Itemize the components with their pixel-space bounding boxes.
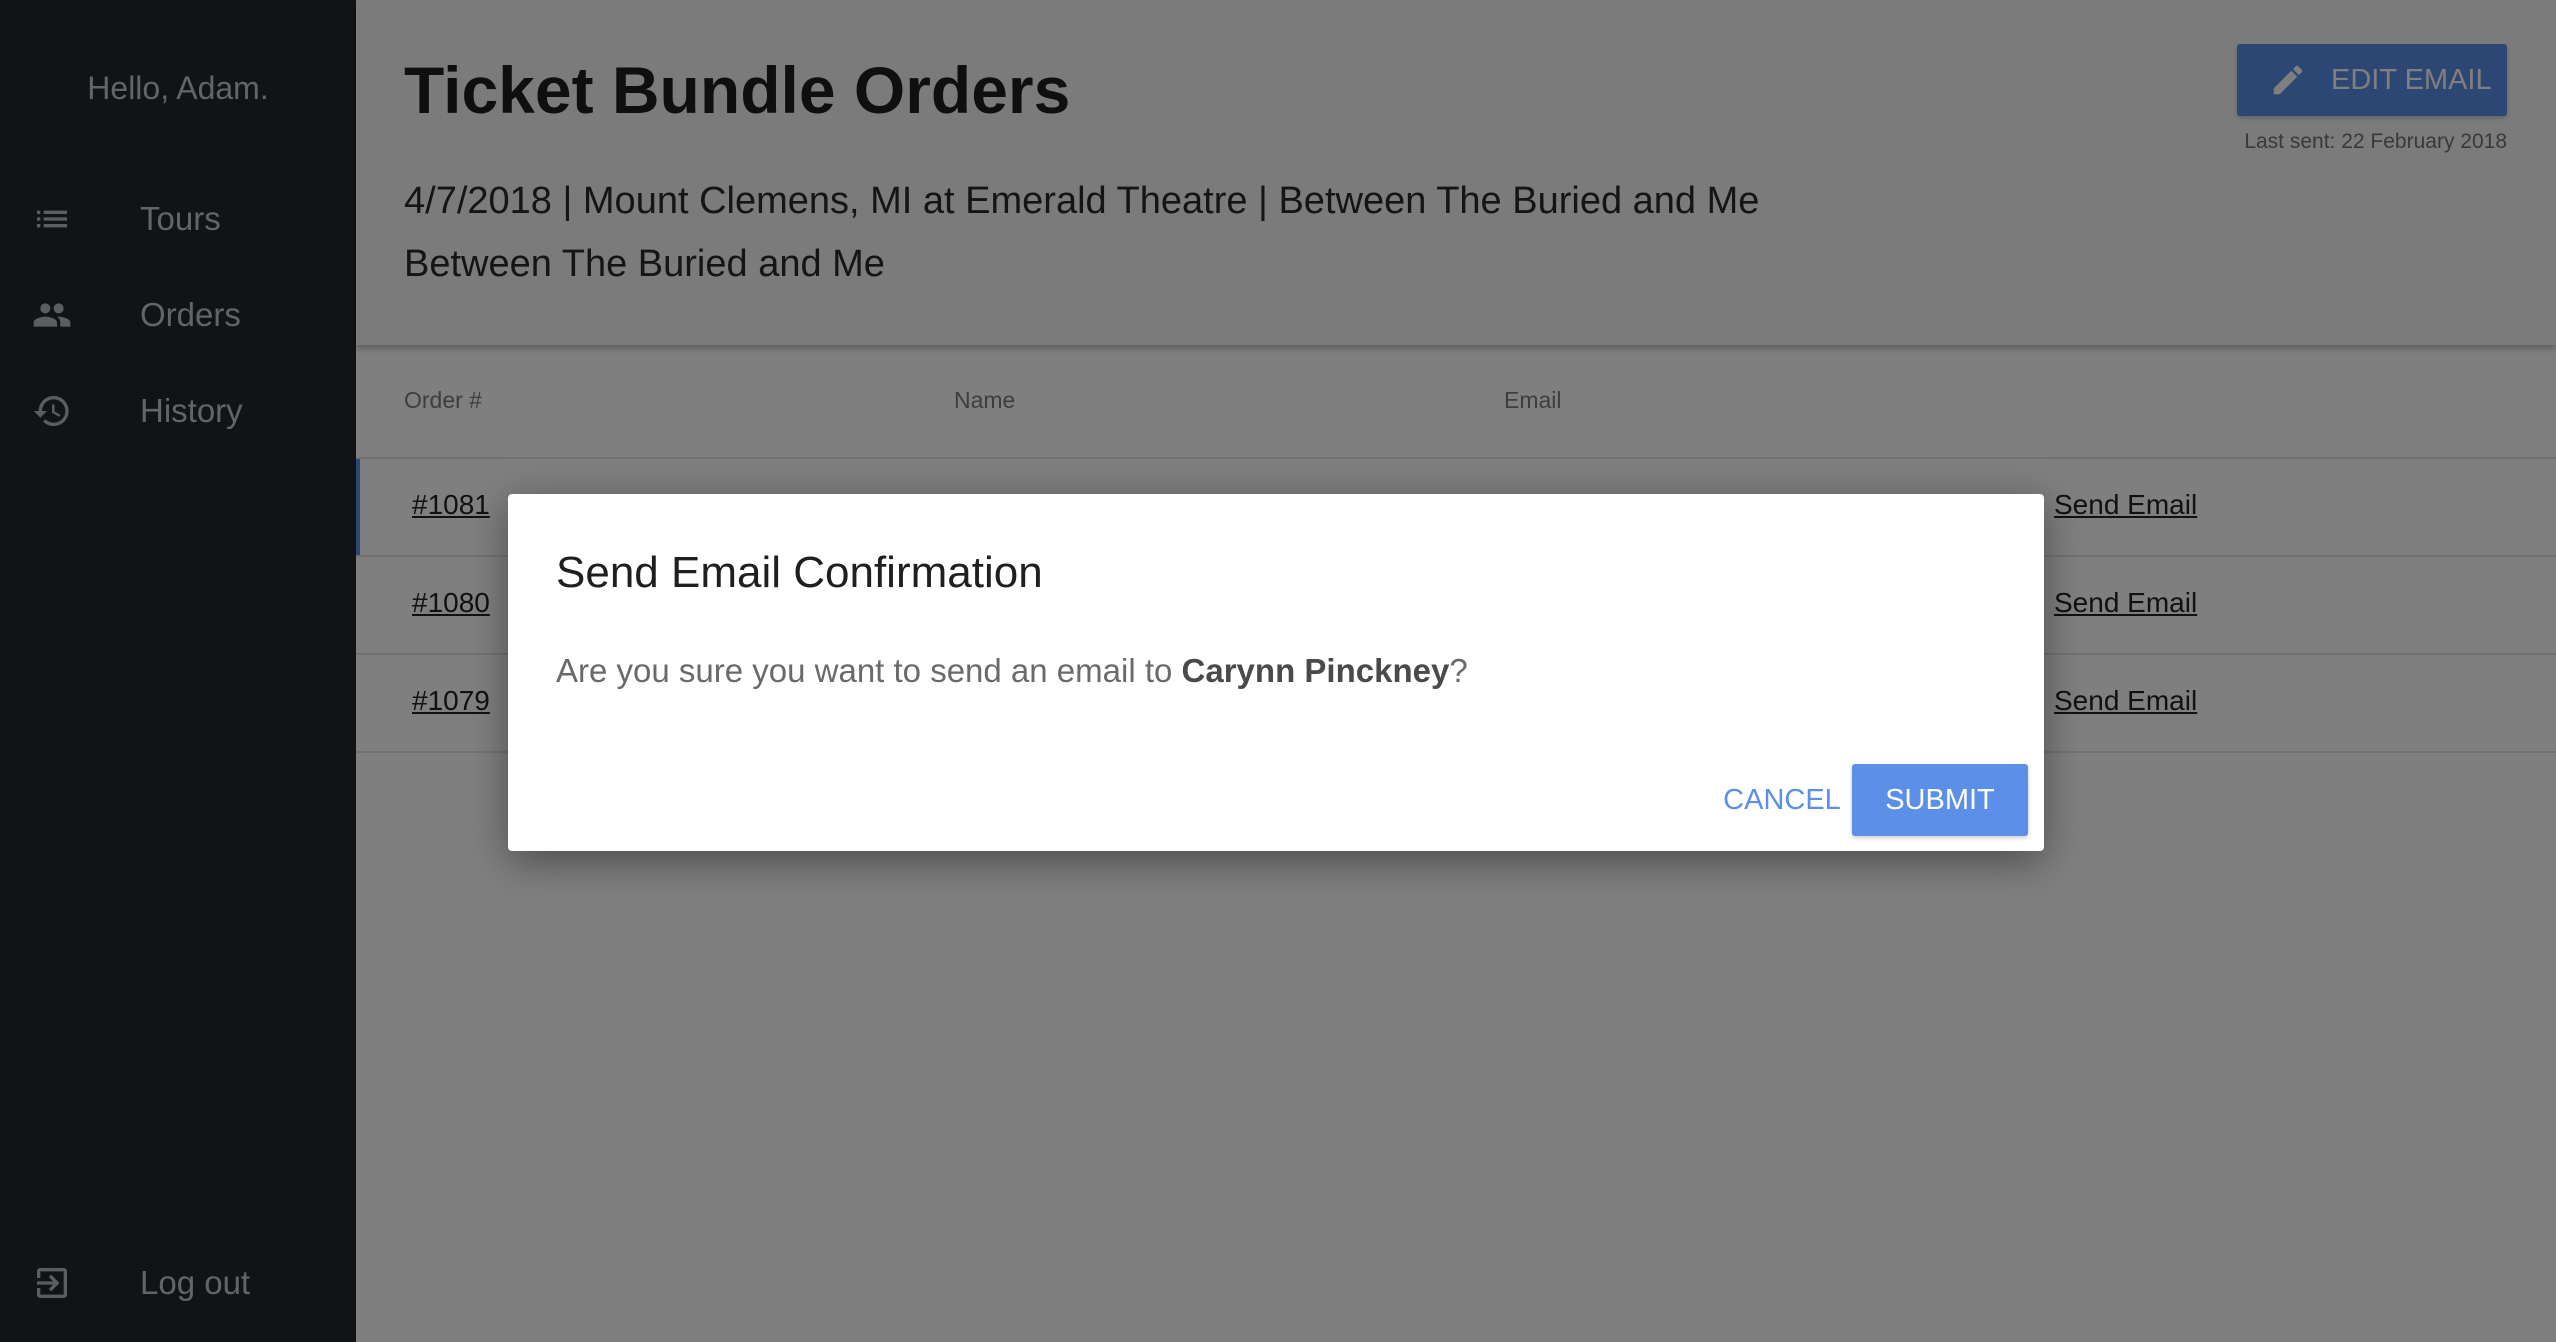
dialog-message-suffix: ? xyxy=(1449,652,1468,689)
dialog-message: Are you sure you want to send an email t… xyxy=(556,652,1468,690)
cancel-button[interactable]: CANCEL xyxy=(1694,764,1870,836)
confirmation-dialog: Send Email Confirmation Are you sure you… xyxy=(508,494,2044,851)
submit-button[interactable]: SUBMIT xyxy=(1852,764,2028,836)
recipient-name: Carynn Pinckney xyxy=(1181,652,1450,689)
dialog-title: Send Email Confirmation xyxy=(556,548,1043,597)
dialog-message-prefix: Are you sure you want to send an email t… xyxy=(556,652,1182,689)
